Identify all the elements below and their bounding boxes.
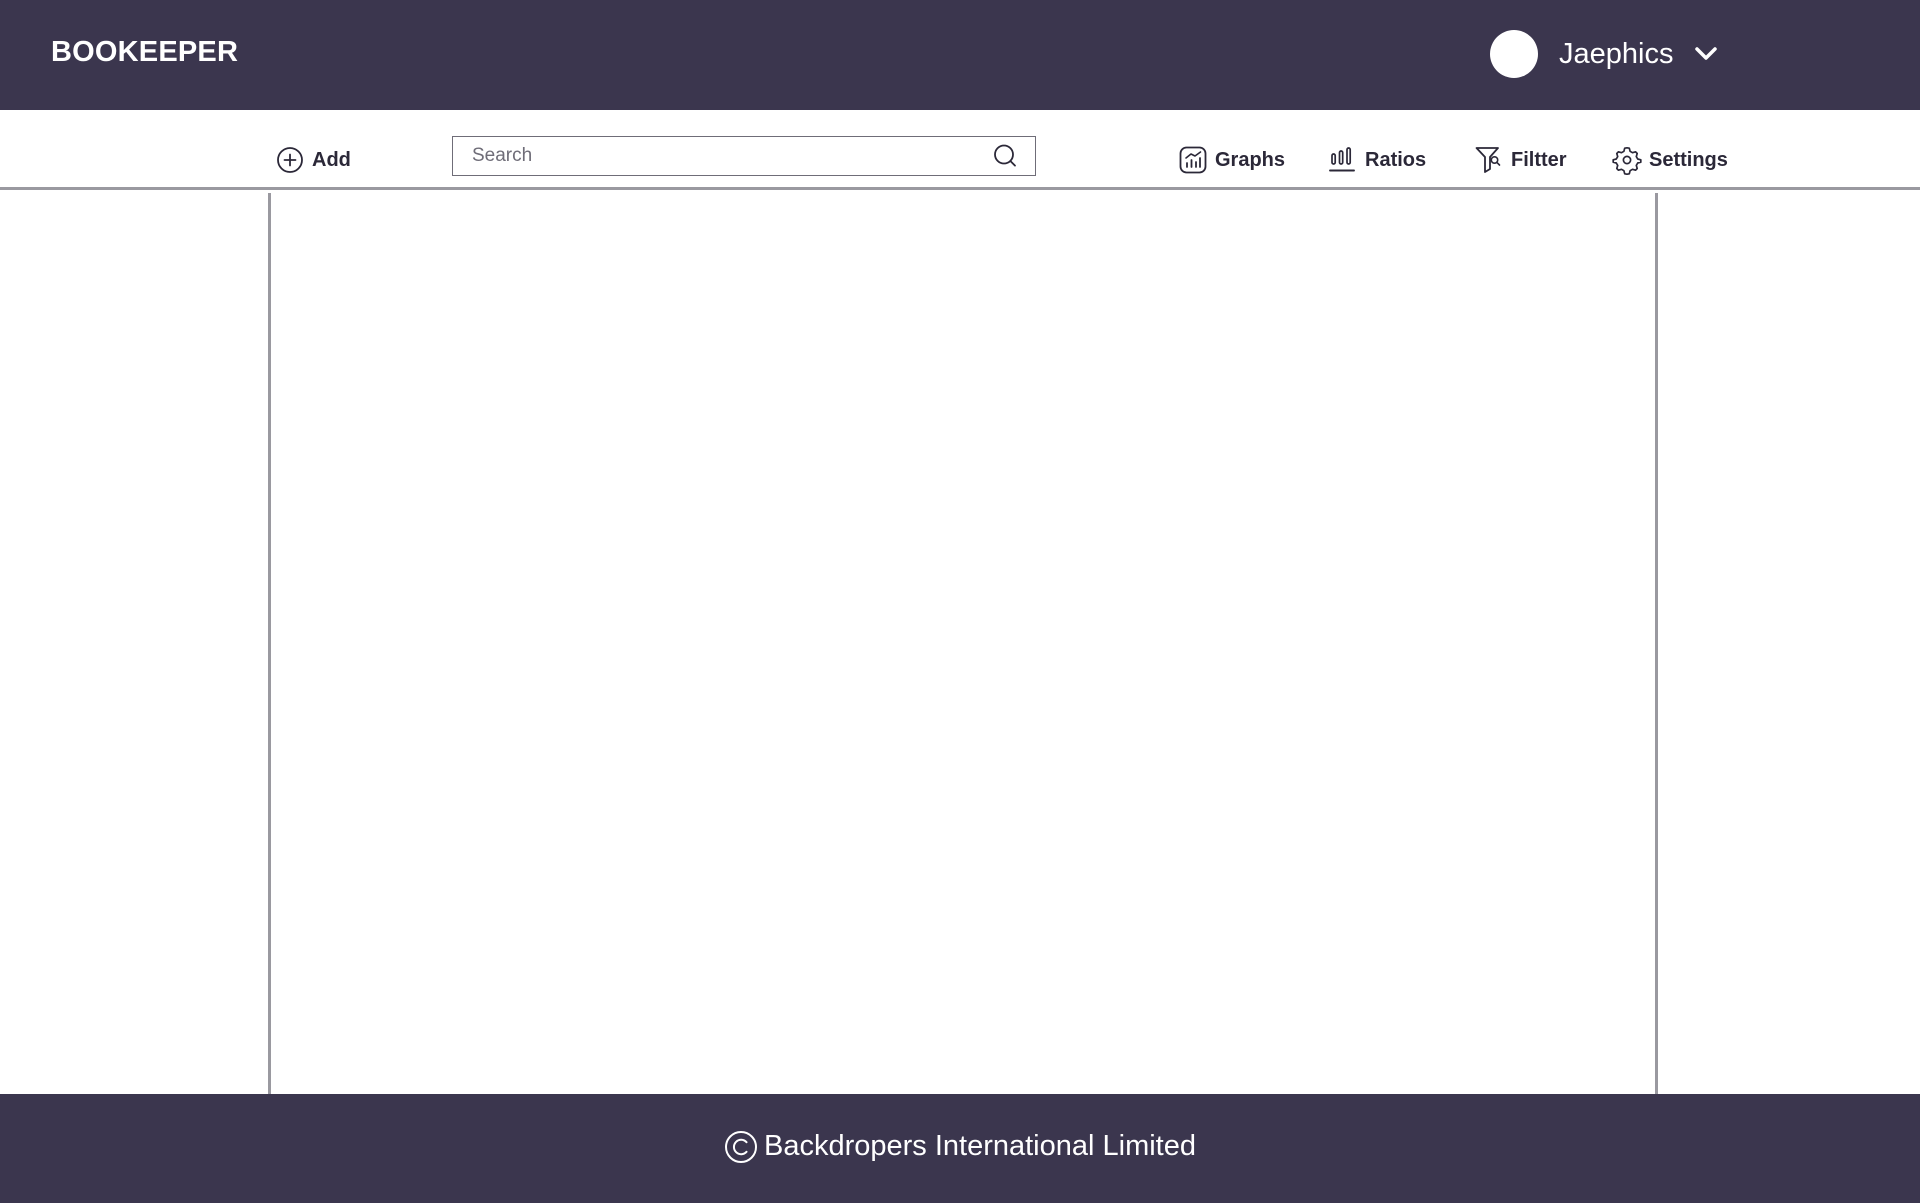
add-button[interactable]: Add bbox=[274, 144, 351, 176]
content-area bbox=[0, 193, 1920, 1094]
search-icon[interactable] bbox=[991, 142, 1019, 170]
copyright-icon bbox=[724, 1130, 758, 1164]
brand-logo[interactable]: BOOKEEPER bbox=[51, 36, 238, 69]
search-input[interactable] bbox=[453, 137, 991, 175]
filter-label: Filtter bbox=[1511, 148, 1567, 171]
filter-icon bbox=[1473, 144, 1505, 176]
footer: Backdropers International Limited bbox=[0, 1094, 1920, 1203]
chart-icon bbox=[1177, 144, 1209, 176]
toolbar: Add Graphs bbox=[0, 110, 1920, 190]
plus-circle-icon bbox=[274, 144, 306, 176]
gear-icon bbox=[1611, 144, 1643, 176]
footer-copyright: Backdropers International Limited bbox=[724, 1130, 1196, 1164]
settings-button[interactable]: Settings bbox=[1611, 144, 1728, 176]
ratios-label: Ratios bbox=[1365, 148, 1427, 171]
filter-button[interactable]: Filtter bbox=[1473, 144, 1567, 176]
footer-text: Backdropers International Limited bbox=[763, 1130, 1196, 1162]
right-panel bbox=[1658, 193, 1920, 1094]
chevron-down-icon[interactable] bbox=[1691, 43, 1721, 65]
graphs-label: Graphs bbox=[1215, 148, 1286, 171]
settings-label: Settings bbox=[1649, 148, 1728, 171]
user-menu[interactable]: Jaephics bbox=[1490, 29, 1721, 79]
username[interactable]: Jaephics bbox=[1559, 38, 1673, 71]
app-root: BOOKEEPER Jaephics Add Search Graphs Rat… bbox=[0, 0, 1920, 1203]
ratios-button[interactable]: Ratios bbox=[1327, 144, 1426, 176]
main-panel bbox=[268, 193, 1658, 1094]
bar-chart-icon bbox=[1327, 144, 1359, 176]
top-header: BOOKEEPER Jaephics bbox=[0, 0, 1920, 110]
add-label: Add bbox=[312, 148, 351, 171]
graphs-button[interactable]: Graphs bbox=[1177, 144, 1285, 176]
left-panel bbox=[0, 193, 268, 1094]
avatar[interactable] bbox=[1490, 30, 1538, 78]
search-box bbox=[452, 136, 1036, 176]
